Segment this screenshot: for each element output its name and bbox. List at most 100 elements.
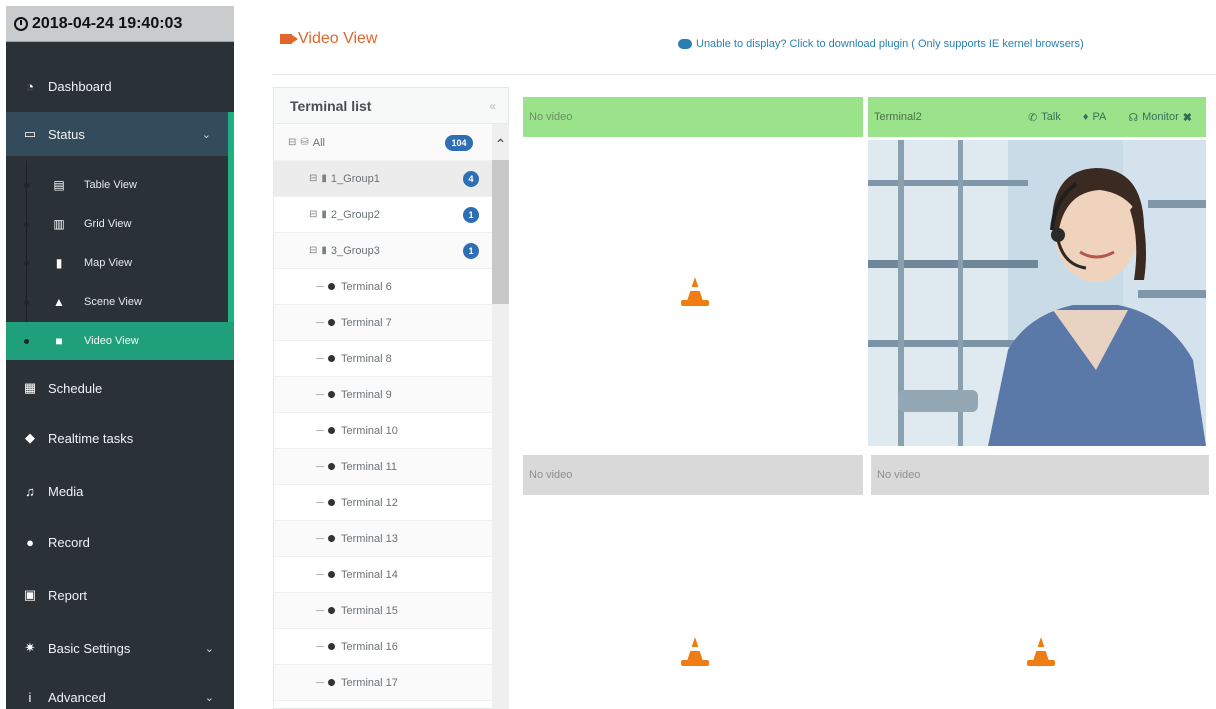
video-pane-3[interactable]: No video	[523, 455, 863, 709]
cloud-download-icon	[678, 39, 692, 49]
talk-button[interactable]: ✆ Talk	[1028, 111, 1061, 124]
tree-node-terminal[interactable]: Terminal 8	[274, 341, 493, 377]
close-video-icon[interactable]: ✖	[1183, 111, 1192, 124]
tree-node-label: Terminal 17	[341, 676, 398, 689]
terminal-status-icon	[328, 355, 335, 362]
terminal-status-icon	[328, 607, 335, 614]
phone-icon: ✆	[1028, 111, 1038, 124]
video-status-text: No video	[529, 469, 573, 481]
terminal-status-icon	[328, 283, 335, 290]
tree-node-label: 2_Group2	[330, 208, 380, 221]
tree-node-terminal[interactable]: Terminal 15	[274, 593, 493, 629]
expand-toggle-icon[interactable]: ⊟	[309, 173, 317, 184]
sidebar-item-report[interactable]: ▣ Report	[6, 575, 234, 615]
pa-button[interactable]: ♦ PA	[1083, 111, 1106, 123]
video-pane-1[interactable]: No video	[523, 97, 863, 447]
sidebar-subitem-label: Grid View	[84, 218, 132, 230]
download-plugin-link[interactable]: Unable to display? Click to download plu…	[678, 38, 1084, 50]
sidebar-item-basic-settings[interactable]: ✷ Basic Settings ⌄	[6, 628, 234, 668]
scrollbar-thumb[interactable]	[492, 160, 509, 304]
sidebar-item-schedule[interactable]: ▦ Schedule	[6, 368, 234, 408]
terminal-status-icon	[328, 643, 335, 650]
calendar-icon: ▦	[23, 380, 37, 395]
sidebar-subitem-video-view[interactable]: ■ Video View	[6, 322, 234, 360]
sidebar-item-label: Dashboard	[48, 78, 112, 94]
sidebar-item-record[interactable]: ● Record	[6, 522, 234, 562]
video-pane-4[interactable]: No video	[871, 455, 1209, 709]
sidebar-item-status[interactable]: ▭ Status ⌄	[6, 112, 234, 156]
sidebar-item-label: Basic Settings	[48, 640, 131, 656]
tree-node-group[interactable]: ⊟ ▮ 2_Group2 1	[274, 197, 493, 233]
tree-node-label: 3_Group3	[330, 244, 380, 257]
video-status-text: No video	[529, 111, 573, 123]
folder-icon: ▭	[23, 126, 37, 141]
terminal-list-title: Terminal list	[290, 97, 372, 114]
header-divider	[272, 74, 1216, 75]
bell-icon: ▲	[53, 295, 65, 309]
datetime-text: 2018-04-24 19:40:03	[32, 14, 183, 32]
tree-node-label: Terminal 16	[341, 640, 398, 653]
sidebar-subitem-label: Map View	[84, 257, 133, 269]
chevron-up-icon[interactable]: ⌃	[492, 136, 509, 153]
page-title-text: Video View	[298, 30, 378, 47]
tree-node-terminal[interactable]: Terminal 10	[274, 413, 493, 449]
microphone-icon: ●	[26, 534, 34, 550]
sidebar-subitem-map-view[interactable]: ▮ Map View	[6, 244, 234, 282]
video-pane-header: No video	[871, 455, 1209, 495]
sidebar-item-realtime-tasks[interactable]: ◆ Realtime tasks	[6, 418, 234, 458]
tree-node-terminal[interactable]: Terminal 12	[274, 485, 493, 521]
tree-node-terminal[interactable]: Terminal 6	[274, 269, 493, 305]
tree-node-terminal[interactable]: Terminal 9	[274, 377, 493, 413]
sidebar-item-dashboard[interactable]: ◔ Dashboard	[6, 68, 234, 104]
tree-node-terminal[interactable]: Terminal 11	[274, 449, 493, 485]
table-icon: ▤	[53, 178, 65, 192]
sidebar-item-media[interactable]: ♫ Media	[6, 471, 234, 511]
tree-node-terminal[interactable]: Terminal 13	[274, 521, 493, 557]
video-status-text: No video	[877, 469, 921, 481]
microphone-icon: ♦	[1082, 111, 1089, 123]
tree-node-label: Terminal 14	[341, 568, 398, 581]
count-badge: 104	[445, 134, 473, 151]
tree-node-terminal[interactable]: Terminal 14	[274, 557, 493, 593]
tree-node-all[interactable]: ⊟ ⛁ All 104	[274, 125, 493, 161]
chevron-down-icon: ⌄	[204, 691, 214, 704]
tree-node-terminal[interactable]: Terminal 7	[274, 305, 493, 341]
bullet-icon	[24, 260, 29, 266]
tree-node-label: Terminal 8	[341, 352, 392, 365]
sidebar-item-advanced[interactable]: i Advanced ⌄	[6, 682, 234, 709]
sidebar: 2018-04-24 19:40:03 ◔ Dashboard ▭ Status…	[6, 6, 234, 709]
shield-icon: ◆	[25, 430, 35, 445]
sidebar-item-label: Record	[48, 534, 90, 550]
vlc-cone-icon	[681, 277, 709, 307]
monitor-button[interactable]: ☊ Monitor ✖	[1128, 111, 1192, 124]
bullet-icon	[24, 338, 29, 344]
video-camera-icon: ■	[55, 334, 63, 348]
sidebar-item-label: Report	[48, 587, 88, 603]
map-icon: ▮	[55, 256, 63, 270]
video-pane-header: Terminal2 ✆ Talk ♦ PA ☊ Monitor ✖	[868, 97, 1206, 137]
expand-toggle-icon[interactable]: ⊟	[309, 245, 317, 256]
tree-node-label: Terminal 9	[341, 388, 392, 401]
tree-node-terminal[interactable]: Terminal 17	[274, 665, 493, 701]
tree-node-label: 1_Group1	[330, 172, 380, 185]
vlc-cone-icon	[1027, 637, 1055, 667]
tree-node-label: All	[312, 136, 326, 149]
sidebar-subitem-scene-view[interactable]: ▲ Scene View	[6, 283, 234, 321]
tree-node-group[interactable]: ⊟ ▮ 1_Group1 4	[274, 161, 493, 197]
sidebar-item-label: Status	[48, 126, 85, 142]
sidebar-subitem-table-view[interactable]: ▤ Table View	[6, 166, 234, 204]
tree-node-label: Terminal 13	[341, 532, 398, 545]
gear-icon: ✷	[24, 640, 36, 655]
expand-toggle-icon[interactable]: ⊟	[309, 209, 317, 220]
terminal-status-icon	[328, 499, 335, 506]
terminal-status-icon	[328, 427, 335, 434]
tree-node-group[interactable]: ⊟ ▮ 3_Group3 1	[274, 233, 493, 269]
sidebar-item-label: Schedule	[48, 380, 103, 396]
expand-toggle-icon[interactable]: ⊟	[288, 137, 296, 148]
collapse-panel-icon[interactable]: «	[489, 99, 496, 113]
tree-node-terminal[interactable]: Terminal 16	[274, 629, 493, 665]
tree-node-label: Terminal 15	[341, 604, 398, 617]
terminal-status-icon	[328, 319, 335, 326]
terminal-list-scrollbar[interactable]: ⌃	[492, 124, 509, 709]
sidebar-subitem-grid-view[interactable]: ▥ Grid View	[6, 205, 234, 243]
